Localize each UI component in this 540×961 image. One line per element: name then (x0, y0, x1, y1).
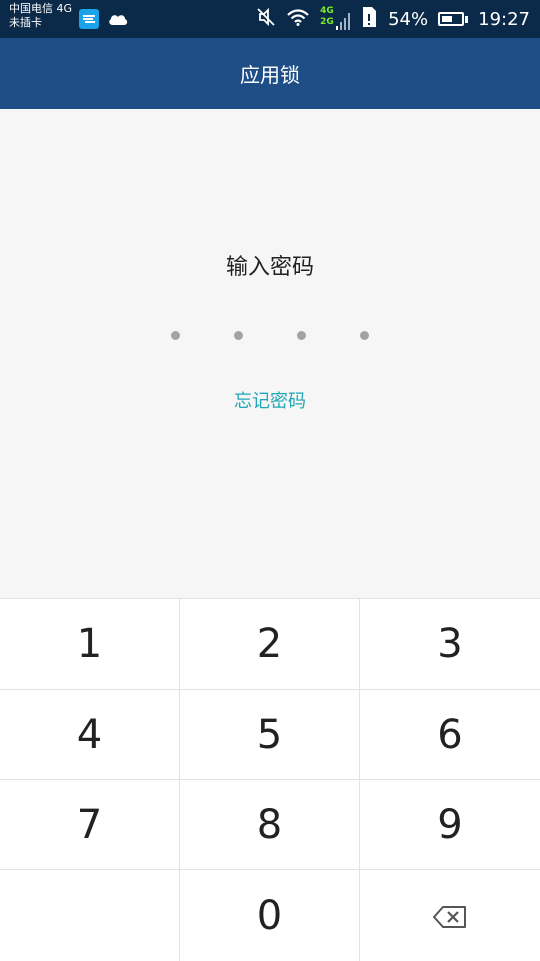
carrier-name: 中国电信 4G (9, 2, 73, 15)
wifi-icon (286, 8, 310, 31)
key-6[interactable]: 6 (360, 690, 540, 780)
key-4[interactable]: 4 (0, 690, 180, 780)
key-1[interactable]: 1 (0, 599, 180, 690)
signal-icon: 4G 2G (320, 6, 351, 32)
pin-dot-1 (171, 331, 180, 340)
status-right-group: 4G 2G 54% 19:27 (256, 0, 530, 38)
network-2g-label: 2G (320, 17, 334, 27)
forgot-password-link[interactable]: 忘记密码 (0, 387, 540, 413)
sim-status: 未插卡 (9, 16, 42, 29)
backspace-icon (433, 893, 467, 939)
number-keypad: 1 2 3 4 5 6 7 8 9 0 (0, 598, 540, 961)
pin-dot-4 (360, 331, 369, 340)
key-3[interactable]: 3 (360, 599, 540, 690)
password-prompt: 输入密码 (225, 255, 314, 280)
cloud-icon (107, 11, 129, 31)
page-title: 应用锁 (240, 63, 300, 87)
key-8[interactable]: 8 (180, 780, 360, 870)
network-4g-label: 4G (320, 6, 334, 16)
backspace-button[interactable] (360, 870, 540, 961)
key-0[interactable]: 0 (180, 870, 360, 961)
pin-dot-2 (234, 331, 243, 340)
key-2[interactable]: 2 (180, 599, 360, 690)
vibrate-mute-icon (256, 7, 276, 32)
key-7[interactable]: 7 (0, 780, 180, 870)
key-empty (0, 870, 180, 961)
battery-percent: 54% (388, 8, 429, 30)
notification-icons (79, 9, 129, 33)
status-time: 19:27 (478, 8, 530, 30)
carrier-info: 中国电信 4G 未插卡 (9, 2, 72, 30)
key-5[interactable]: 5 (180, 690, 360, 780)
lock-content: 输入密码 忘记密码 (0, 109, 540, 598)
pin-dot-3 (297, 331, 306, 340)
app-notification-icon (79, 9, 99, 33)
pin-dots (0, 331, 540, 345)
status-bar: 中国电信 4G 未插卡 4G 2G 54% 19:27 (0, 0, 540, 38)
key-9[interactable]: 9 (360, 780, 540, 870)
app-header: 应用锁 (0, 38, 540, 109)
battery-icon (438, 12, 469, 26)
sim-icon (360, 6, 378, 33)
